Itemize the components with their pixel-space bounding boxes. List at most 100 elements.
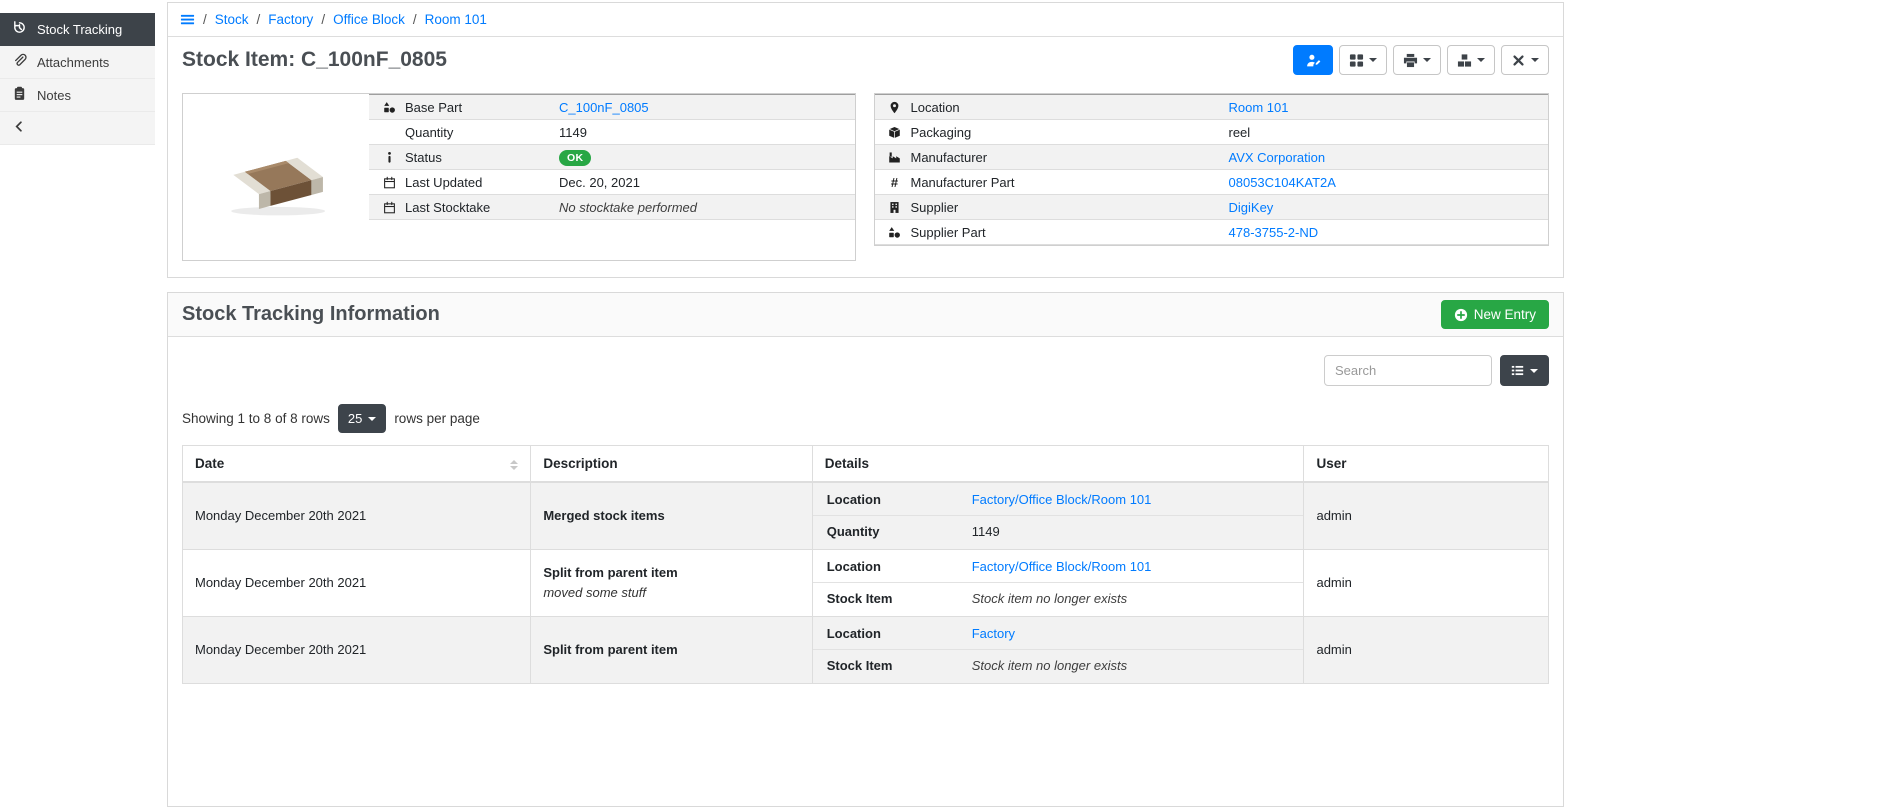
search-input[interactable] bbox=[1324, 355, 1492, 386]
calendar-icon bbox=[377, 201, 401, 214]
stock-tracking-panel: Stock Tracking Information New Entry bbox=[167, 292, 1564, 807]
paperclip-icon bbox=[12, 53, 27, 71]
breadcrumb-separator: / bbox=[413, 12, 417, 27]
manufacturer-part-link[interactable]: 08053C104KAT2A bbox=[1229, 175, 1336, 190]
location-link[interactable]: Factory bbox=[972, 626, 1015, 641]
new-entry-label: New Entry bbox=[1474, 307, 1536, 322]
supplier-part-link[interactable]: 478-3755-2-ND bbox=[1229, 225, 1319, 240]
page-size-value: 25 bbox=[348, 411, 362, 426]
column-header-user: User bbox=[1304, 446, 1549, 483]
info-icon bbox=[377, 151, 401, 164]
breadcrumb-separator: / bbox=[321, 12, 325, 27]
detail-row-location: Location Room 101 bbox=[875, 95, 1549, 120]
breadcrumb-link-factory[interactable]: Factory bbox=[268, 12, 313, 27]
detail-row-status: Status OK bbox=[369, 145, 855, 170]
sidebar-item-label: Stock Tracking bbox=[37, 22, 122, 37]
sidebar-item-stock-tracking[interactable]: Stock Tracking bbox=[0, 13, 155, 46]
table-header-row: Date Description Details User bbox=[183, 446, 1549, 483]
sidebar-item-notes[interactable]: Notes bbox=[0, 79, 155, 112]
pagination: Showing 1 to 8 of 8 rows 25 rows per pag… bbox=[182, 404, 1549, 433]
supplier-link[interactable]: DigiKey bbox=[1229, 200, 1274, 215]
stock-item-missing-value: Stock item no longer exists bbox=[972, 658, 1127, 673]
detail-row-supplier-part: Supplier Part 478-3755-2-ND bbox=[875, 220, 1549, 245]
chevron-down-icon bbox=[1530, 369, 1538, 373]
new-entry-button[interactable]: New Entry bbox=[1441, 300, 1549, 329]
detail-row-quantity: Quantity 1149 bbox=[369, 120, 855, 145]
capacitor-image bbox=[212, 134, 340, 220]
chevron-down-icon bbox=[368, 417, 376, 421]
cell-details: Location Factory/Office Block/Room 101 Q… bbox=[812, 482, 1304, 549]
sidebar: Stock Tracking Attachments Notes bbox=[0, 0, 155, 145]
status-badge: OK bbox=[559, 150, 591, 166]
cell-date: Monday December 20th 2021 bbox=[183, 482, 531, 549]
plus-circle-icon bbox=[1454, 308, 1468, 322]
calendar-icon bbox=[377, 176, 401, 189]
breadcrumb-separator: / bbox=[257, 12, 261, 27]
location-link[interactable]: Room 101 bbox=[1229, 100, 1289, 115]
breadcrumb: / Stock / Factory / Office Block / Room … bbox=[168, 3, 1563, 37]
column-header-date[interactable]: Date bbox=[183, 446, 531, 483]
sidebar-item-attachments[interactable]: Attachments bbox=[0, 46, 155, 79]
user-actions-button[interactable] bbox=[1293, 45, 1333, 75]
detail-row-last-stocktake: Last Stocktake No stocktake performed bbox=[369, 195, 855, 220]
last-updated-value: Dec. 20, 2021 bbox=[559, 175, 855, 190]
list-icon bbox=[1511, 364, 1524, 377]
breadcrumb-separator: / bbox=[203, 12, 207, 27]
printer-icon bbox=[1403, 53, 1418, 68]
columns-button[interactable] bbox=[1500, 355, 1549, 386]
last-stocktake-value: No stocktake performed bbox=[559, 200, 855, 215]
app-root: Stock Tracking Attachments Notes bbox=[0, 0, 1887, 807]
building-icon bbox=[883, 201, 907, 214]
print-actions-button[interactable] bbox=[1393, 45, 1441, 75]
tracking-table: Date Description Details User bbox=[182, 445, 1549, 684]
cell-user: admin bbox=[1304, 549, 1549, 616]
shapes-icon bbox=[883, 226, 907, 239]
section-title: Stock Tracking Information bbox=[182, 303, 440, 326]
toolbar bbox=[1293, 45, 1549, 75]
detail-row-supplier: Supplier DigiKey bbox=[875, 195, 1549, 220]
stock-item-missing-value: Stock item no longer exists bbox=[972, 591, 1127, 606]
pagination-summary: Showing 1 to 8 of 8 rows bbox=[182, 411, 330, 426]
sidebar-collapse-button[interactable] bbox=[0, 112, 155, 145]
industry-icon bbox=[883, 151, 907, 164]
detail-line-quantity: Quantity 1149 bbox=[813, 516, 1304, 547]
detail-line-location: Location Factory/Office Block/Room 101 bbox=[813, 485, 1304, 516]
chevron-down-icon bbox=[1423, 58, 1431, 62]
menu-icon[interactable] bbox=[180, 12, 195, 27]
item-details-right-panel: Location Room 101 Packaging reel bbox=[874, 93, 1550, 246]
grid-icon bbox=[1349, 53, 1364, 68]
breadcrumb-link-office-block[interactable]: Office Block bbox=[333, 12, 405, 27]
stock-actions-button[interactable] bbox=[1447, 45, 1495, 75]
chevron-down-icon bbox=[1531, 58, 1539, 62]
breadcrumb-link-stock[interactable]: Stock bbox=[215, 12, 249, 27]
quantity-value: 1149 bbox=[972, 524, 1000, 539]
detail-row-packaging: Packaging reel bbox=[875, 120, 1549, 145]
boxes-icon bbox=[1457, 53, 1472, 68]
map-marker-icon bbox=[883, 101, 907, 114]
item-details-right-table: Location Room 101 Packaging reel bbox=[875, 94, 1549, 245]
base-part-link[interactable]: C_100nF_0805 bbox=[559, 100, 649, 115]
description-note: moved some stuff bbox=[543, 585, 799, 600]
chevron-left-icon bbox=[12, 119, 27, 137]
location-link[interactable]: Factory/Office Block/Room 101 bbox=[972, 492, 1152, 507]
cell-user: admin bbox=[1304, 482, 1549, 549]
item-details-left-table: Base Part C_100nF_0805 Quantity 1149 bbox=[369, 94, 855, 220]
detail-line-stock-item: Stock Item Stock item no longer exists bbox=[813, 650, 1304, 681]
manufacturer-link[interactable]: AVX Corporation bbox=[1229, 150, 1326, 165]
breadcrumb-link-room-101[interactable]: Room 101 bbox=[425, 12, 487, 27]
table-row: Monday December 20th 2021 Split from par… bbox=[183, 549, 1549, 616]
detail-row-manufacturer: Manufacturer AVX Corporation bbox=[875, 145, 1549, 170]
cell-details: Location Factory/Office Block/Room 101 S… bbox=[812, 549, 1304, 616]
cell-description: Split from parent item bbox=[531, 616, 812, 683]
page-size-button[interactable]: 25 bbox=[338, 404, 386, 433]
location-link[interactable]: Factory/Office Block/Room 101 bbox=[972, 559, 1152, 574]
detail-row-manufacturer-part: # Manufacturer Part 08053C104KAT2A bbox=[875, 170, 1549, 195]
item-actions-button[interactable] bbox=[1501, 45, 1549, 75]
cell-date: Monday December 20th 2021 bbox=[183, 549, 531, 616]
detail-line-location: Location Factory bbox=[813, 619, 1304, 650]
history-icon bbox=[12, 20, 27, 38]
cell-description: Merged stock items bbox=[531, 482, 812, 549]
display-options-button[interactable] bbox=[1339, 45, 1387, 75]
cell-description: Split from parent item moved some stuff bbox=[531, 549, 812, 616]
page-title: Stock Item: C_100nF_0805 bbox=[182, 48, 447, 72]
